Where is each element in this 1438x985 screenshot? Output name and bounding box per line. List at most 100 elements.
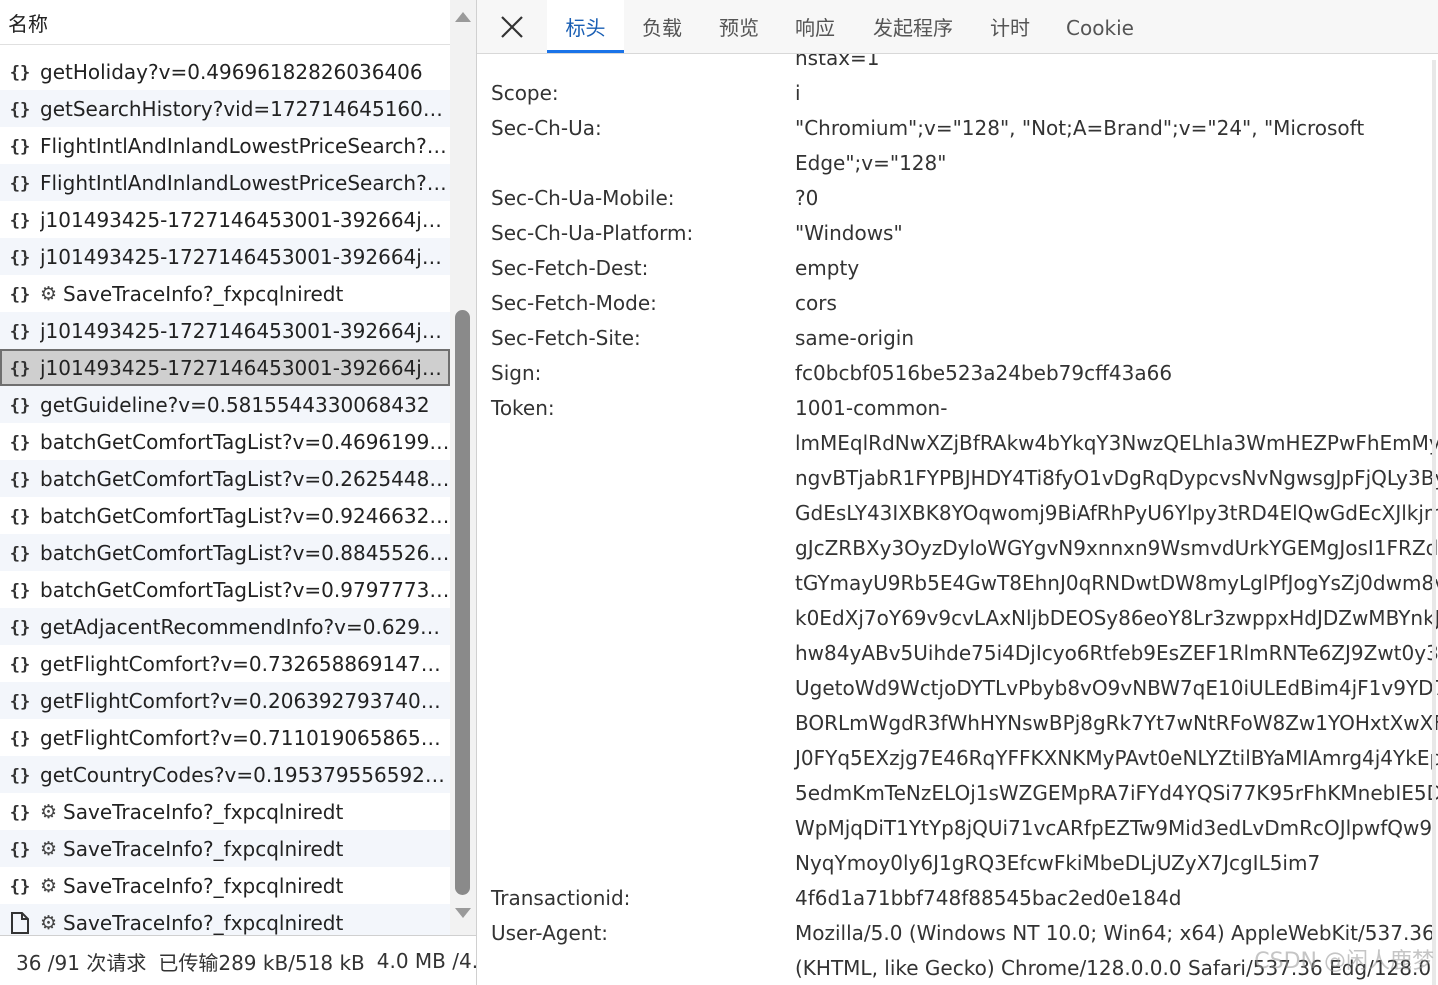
header-value: 5edmKmTeNzELOj1sWZGEMpRA7iFYd4YQSi77K95r… (795, 781, 1438, 805)
headers-panel: nstax=1 Scope: i Sec-Ch-Ua: "Chromium";v="12… (477, 0, 1438, 985)
request-name: getFlightComfort?v=0.2063927937408554 (40, 688, 450, 713)
request-row[interactable]: {} batchGetComfortTagList?v=0.2625448330.… (0, 460, 450, 497)
svg-text:{}: {} (10, 618, 30, 638)
watermark: CSDN @闲人鹿梦 (1254, 949, 1434, 974)
fetch-braces-icon: {} (8, 837, 32, 861)
scroll-down-arrow-icon[interactable] (455, 908, 471, 918)
gear-icon: ⚙ (40, 911, 58, 934)
request-row[interactable]: {} j101493425-1727146453001-392664jD-1?..… (0, 201, 450, 238)
tab-response[interactable]: 响应 (783, 0, 847, 53)
request-row[interactable]: {} FlightIntlAndInlandLowestPriceSearch?v… (0, 127, 450, 164)
request-list-pane: 名称 {} getHoliday?v=0.49696182826036406 {} g… (0, 0, 477, 985)
request-row[interactable]: {} getFlightComfort?v=0.7110190658654552 (0, 719, 450, 756)
request-row[interactable]: {} ⚙ SaveTraceInfo?_fxpcqlniredt (0, 830, 450, 867)
close-icon[interactable] (497, 12, 527, 42)
fetch-braces-icon: {} (8, 208, 32, 232)
header-value: NyqYmoy0ly6J1gRQ3EfcwFkiMbeDLjUZyX7JcgIL… (795, 851, 1321, 875)
scroll-thumb[interactable] (455, 310, 470, 895)
detail-scrollbar[interactable] (1432, 60, 1436, 985)
request-row[interactable]: {} batchGetComfortTagList?v=0.9797773305.… (0, 571, 450, 608)
detail-pane: nstax=1 Scope: i Sec-Ch-Ua: "Chromium";v="12… (477, 0, 1438, 985)
fetch-braces-icon: {} (8, 578, 32, 602)
request-name: batchGetComfortTagList?v=0.9797773305... (40, 577, 450, 602)
header-value: WpMjqDiT1YtYp8jQUi71vcARfpEZTw9Mid3edLvD… (795, 816, 1433, 840)
tab-initiator[interactable]: 发起程序 (863, 0, 963, 53)
header-value: Edge";v="128" (795, 151, 947, 175)
list-scrollbar[interactable] (450, 0, 476, 935)
svg-text:{}: {} (10, 211, 30, 231)
gear-icon: ⚙ (40, 837, 58, 860)
svg-text:{}: {} (10, 396, 30, 416)
request-name: j101493425-1727146453001-392664jD-1?... (40, 207, 450, 232)
svg-text:{}: {} (10, 581, 30, 601)
request-name: getCountryCodes?v=0.19537955659297568 (40, 762, 450, 787)
fetch-braces-icon: {} (8, 282, 32, 306)
name-column-header[interactable]: 名称 (8, 8, 48, 37)
request-name: getFlightComfort?v=0.7110190658654552 (40, 725, 450, 750)
request-name: SaveTraceInfo?_fxpcqlniredt (63, 836, 344, 861)
fetch-braces-icon: {} (8, 393, 32, 417)
svg-text:{}: {} (10, 655, 30, 675)
request-row[interactable]: {} batchGetComfortTagList?v=0.8845526342.… (0, 534, 450, 571)
transferred-size: 已传输289 kB/518 kB (158, 950, 365, 975)
request-row[interactable]: {} batchGetComfortTagList?v=0.9246632865.… (0, 497, 450, 534)
request-row[interactable]: {} ⚙ SaveTraceInfo?_fxpcqlniredt (0, 793, 450, 830)
request-row[interactable]: {} batchGetComfortTagList?v=0.4696199723.… (0, 423, 450, 460)
document-icon (8, 911, 32, 935)
header-key: Sec-Ch-Ua-Platform: (491, 221, 694, 245)
header-key: Sec-Fetch-Site: (491, 326, 641, 350)
svg-text:{}: {} (10, 174, 30, 194)
fetch-braces-icon: {} (8, 319, 32, 343)
request-name: j101493425-1727146453001-392664jD-1?... (40, 318, 450, 343)
header-key: Sec-Fetch-Dest: (491, 256, 649, 280)
request-row[interactable]: {} getFlightComfort?v=0.2063927937408554 (0, 682, 450, 719)
svg-text:{}: {} (10, 63, 30, 83)
header-key: Transactionid: (491, 886, 631, 910)
header-value: BORLmWgdR3fWhHYNswBPj8gRk7Yt7wNtRFoW8Zw1… (795, 711, 1438, 735)
request-count: 36 /91 次请求 (16, 950, 147, 975)
tab-headers[interactable]: 标头 (547, 0, 624, 53)
request-row[interactable]: {} FlightIntlAndInlandLowestPriceSearch?v… (0, 164, 450, 201)
svg-text:{}: {} (10, 322, 30, 342)
svg-text:{}: {} (10, 729, 30, 749)
header-value: same-origin (795, 326, 914, 350)
fetch-braces-icon: {} (8, 97, 32, 121)
tab-preview[interactable]: 预览 (707, 0, 771, 53)
request-row[interactable]: {} j101493425-1727146453001-392664jD-1?..… (0, 312, 450, 349)
header-value: ?0 (795, 186, 819, 210)
fetch-braces-icon: {} (8, 726, 32, 750)
header-key: Sign: (491, 361, 542, 385)
fetch-braces-icon: {} (8, 504, 32, 528)
header-key: User-Agent: (491, 921, 609, 945)
request-name: getHoliday?v=0.49696182826036406 (40, 59, 423, 84)
request-row[interactable]: {} getFlightComfort?v=0.7326588691472988 (0, 645, 450, 682)
request-name: SaveTraceInfo?_fxpcqlniredt (63, 873, 344, 898)
tab-payload[interactable]: 负载 (630, 0, 694, 53)
request-row[interactable]: {} getSearchHistory?vid=1727146451607.b2.… (0, 90, 450, 127)
request-name: getSearchHistory?vid=1727146451607.b2... (40, 96, 450, 121)
request-row[interactable]: {} j101493425-1727146453001-392664jD-1?..… (0, 238, 450, 275)
header-key: Sec-Fetch-Mode: (491, 291, 657, 315)
gear-icon: ⚙ (40, 874, 58, 897)
request-row[interactable]: {} getCountryCodes?v=0.19537955659297568 (0, 756, 450, 793)
request-row[interactable]: {} ⚙ SaveTraceInfo?_fxpcqlniredt (0, 867, 450, 904)
request-row[interactable]: {} getAdjacentRecommendInfo?v=0.629999... (0, 608, 450, 645)
header-value: 4f6d1a71bbf748f88545bac2ed0e184d (795, 886, 1182, 910)
header-value: hw84yABv5Uihde75i4DjIcyo6Rtfeb9EsZEF1Rlm… (795, 641, 1438, 665)
tab-cookie[interactable]: Cookie (1059, 0, 1141, 53)
svg-text:{}: {} (10, 433, 30, 453)
scroll-up-arrow-icon[interactable] (455, 12, 471, 22)
request-name: batchGetComfortTagList?v=0.9246632865... (40, 503, 450, 528)
request-row[interactable]: {} getGuideline?v=0.5815544330068432 (0, 386, 450, 423)
header-value: J0FYq5EXzjg7E46RqYFFKXNKMyPAvt0eNLYZtilB… (795, 746, 1438, 770)
request-row[interactable]: {} j101493425-1727146453001-392664jD-1?..… (0, 349, 450, 386)
tab-timing[interactable]: 计时 (978, 0, 1042, 53)
request-row[interactable]: {} ⚙ SaveTraceInfo?_fxpcqlniredt (0, 275, 450, 312)
fetch-braces-icon: {} (8, 874, 32, 898)
fetch-braces-icon: {} (8, 763, 32, 787)
header-key: Sec-Ch-Ua-Mobile: (491, 186, 675, 210)
fetch-braces-icon: {} (8, 245, 32, 269)
request-row[interactable]: {} getHoliday?v=0.49696182826036406 (0, 53, 450, 90)
request-list: {} getHoliday?v=0.49696182826036406 {} getS… (0, 53, 450, 941)
svg-text:{}: {} (10, 544, 30, 564)
